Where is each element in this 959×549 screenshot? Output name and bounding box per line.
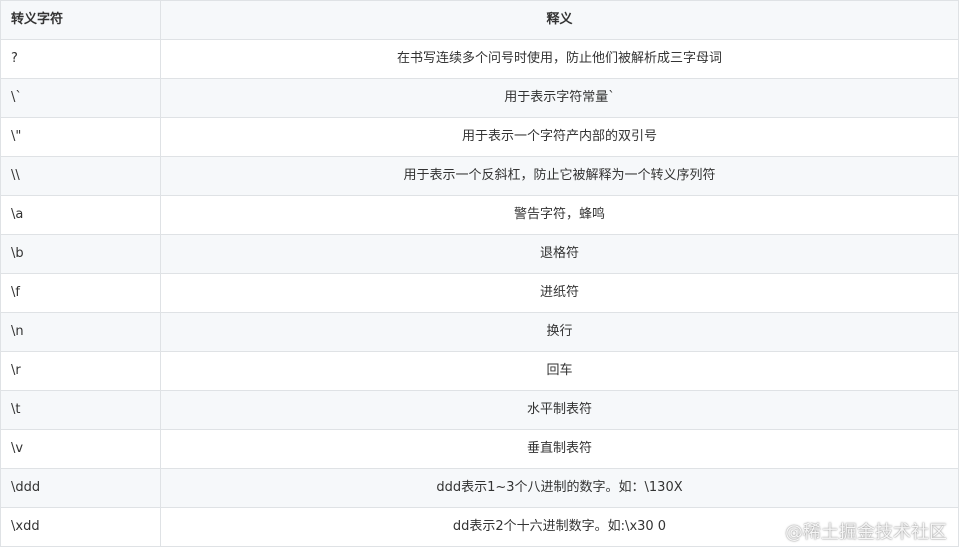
table-row: \f 进纸符 [0,273,959,313]
table-row: \b 退格符 [0,234,959,274]
escape-code-cell: \t [0,390,161,430]
escape-code-cell: \` [0,78,161,118]
table-row: ? 在书写连续多个问号时使用，防止他们被解析成三字母词 [0,39,959,79]
escape-character-table: 转义字符 释义 ? 在书写连续多个问号时使用，防止他们被解析成三字母词 \` 用… [0,0,959,547]
table-header: 转义字符 释义 [0,0,959,40]
meaning-cell: 进纸符 [160,273,959,313]
meaning-cell: 水平制表符 [160,390,959,430]
table-row: \v 垂直制表符 [0,429,959,469]
escape-code-cell: \xdd [0,507,161,547]
escape-code-cell: \r [0,351,161,391]
meaning-cell: ddd表示1~3个八进制的数字。如：\130X [160,468,959,508]
table-row: \` 用于表示字符常量` [0,78,959,118]
table-row: \a 警告字符，蜂鸣 [0,195,959,235]
escape-code-cell: ? [0,39,161,79]
table-row: \\ 用于表示一个反斜杠，防止它被解释为一个转义序列符 [0,156,959,196]
meaning-cell: 用于表示字符常量` [160,78,959,118]
meaning-cell: 用于表示一个字符产内部的双引号 [160,117,959,157]
meaning-cell: 回车 [160,351,959,391]
table-row: \n 换行 [0,312,959,352]
meaning-cell: 用于表示一个反斜杠，防止它被解释为一个转义序列符 [160,156,959,196]
meaning-cell: 垂直制表符 [160,429,959,469]
header-escape-character: 转义字符 [0,0,161,40]
escape-code-cell: \" [0,117,161,157]
table-row: \r 回车 [0,351,959,391]
escape-code-cell: \f [0,273,161,313]
escape-code-cell: \v [0,429,161,469]
escape-code-cell: \a [0,195,161,235]
escape-code-cell: \ddd [0,468,161,508]
escape-code-cell: \b [0,234,161,274]
header-row: 转义字符 释义 [0,0,959,40]
meaning-cell: 换行 [160,312,959,352]
table-body: ? 在书写连续多个问号时使用，防止他们被解析成三字母词 \` 用于表示字符常量`… [0,39,959,547]
table-row: \ddd ddd表示1~3个八进制的数字。如：\130X [0,468,959,508]
meaning-cell: 退格符 [160,234,959,274]
header-meaning: 释义 [160,0,959,40]
table-row: \t 水平制表符 [0,390,959,430]
meaning-cell: 警告字符，蜂鸣 [160,195,959,235]
escape-code-cell: \\ [0,156,161,196]
escape-code-cell: \n [0,312,161,352]
meaning-cell: 在书写连续多个问号时使用，防止他们被解析成三字母词 [160,39,959,79]
watermark: @稀土掘金技术社区 [785,522,947,543]
table-row: \" 用于表示一个字符产内部的双引号 [0,117,959,157]
